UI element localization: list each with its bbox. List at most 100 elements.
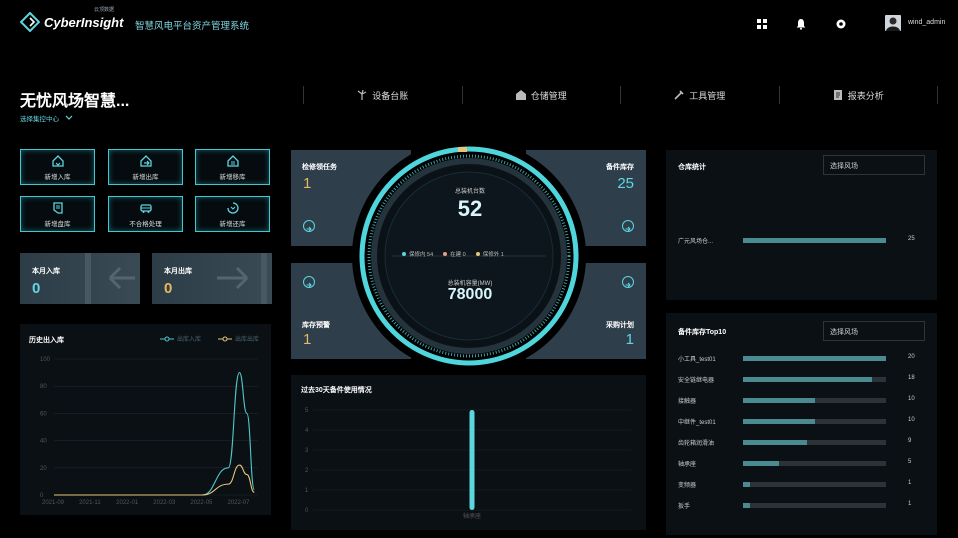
bar-row[interactable]: 小工具_test01 20 — [678, 354, 928, 363]
arrow-right-circle-icon[interactable] — [303, 220, 315, 232]
stock-warning-value: 1 — [303, 331, 312, 348]
bell-icon[interactable] — [795, 18, 807, 30]
status-under-construction: 在建 0 — [443, 250, 466, 258]
bar-row-name: 小工具_test01 — [678, 357, 716, 363]
bar-fill — [743, 377, 872, 382]
status-dot-icon — [475, 252, 480, 256]
bar-row-name: 接触器 — [678, 399, 697, 405]
top10-farm-select[interactable]: 选择风场 — [823, 321, 925, 341]
bar-row-name: 轴承座 — [678, 462, 697, 468]
warehouse-farm-select[interactable]: 选择风场 — [823, 155, 925, 175]
logo[interactable]: CyberInsight — [20, 12, 123, 32]
button-label: 新增还库 — [219, 220, 246, 228]
top-bar: CyberInsight 云顶数据 智慧风电平台资产管理系统 wind_admi… — [0, 0, 958, 48]
center-select-label: 选择集控中心 — [20, 116, 59, 123]
add-transfer-button[interactable]: 新增移库 — [195, 149, 270, 185]
button-label: 不合格处理 — [129, 220, 162, 228]
bar-row-name: 中继件_test01 — [678, 420, 716, 426]
spare-stock-value: 25 — [617, 175, 634, 192]
nav-label: 设备台账 — [372, 90, 409, 101]
history-chart-panel: 历史出入库 出库入库 出库出库 0 20 40 60 80 100 2021-09 2021-… — [20, 324, 271, 515]
status-in-warranty: 保修内 54 — [402, 250, 433, 258]
nav-label: 工具管理 — [689, 90, 726, 101]
bar-fill — [743, 440, 808, 445]
nav-label: 报表分析 — [847, 90, 884, 101]
bar-track — [743, 461, 886, 466]
bar-row[interactable]: 接触器 10 — [678, 396, 928, 405]
arrow-right-circle-icon[interactable] — [622, 276, 634, 288]
nav-reports[interactable]: 报表分析 — [778, 86, 938, 104]
stock-warning-label: 库存预警 — [302, 322, 330, 329]
bar-track — [743, 482, 886, 487]
add-inbound-button[interactable]: 新增入库 — [20, 149, 95, 185]
arrow-right-watermark-icon — [217, 253, 267, 304]
bar-row[interactable]: 扳手 1 — [678, 501, 928, 510]
button-label: 新增盘库 — [44, 220, 71, 228]
bar-row[interactable]: 变频器 1 — [678, 480, 928, 489]
spare-stock-label: 备件库存 — [606, 164, 634, 171]
x-tick-label: 2022-05 — [190, 500, 213, 506]
add-stocktake-button[interactable]: 新增盘库 — [20, 196, 95, 232]
monthly-outbound-label: 本月出库 — [164, 268, 192, 275]
nonconforming-button[interactable]: 不合格处理 — [108, 196, 183, 232]
bar-row[interactable]: 轴承座 5 — [678, 459, 928, 468]
nav-label: 仓储管理 — [530, 90, 567, 101]
bar-fill — [743, 398, 815, 403]
bar-row-name: 安全链继电器 — [678, 378, 715, 384]
bar-track — [743, 398, 886, 403]
status-dot-icon — [402, 252, 406, 256]
monthly-outbound-value: 0 — [164, 280, 173, 297]
y-tick-label: 40 — [40, 439, 47, 445]
bar-row-name: 扳手 — [678, 504, 691, 510]
bar-row-value: 18 — [908, 375, 915, 381]
arrow-right-circle-icon[interactable] — [622, 220, 634, 232]
bar-row-value: 9 — [908, 438, 912, 444]
y-tick-label: 4 — [305, 428, 309, 434]
bar-track — [743, 356, 886, 361]
avatar[interactable] — [885, 15, 901, 31]
wind-turbine-icon — [357, 90, 367, 100]
series-line-1 — [53, 464, 255, 496]
status-legend: 保修内 54 在建 0 保修外 1 — [402, 250, 504, 258]
y-tick-label: 60 — [40, 411, 47, 417]
bar-fill — [743, 356, 886, 361]
bar-row-value: 10 — [908, 396, 915, 402]
y-tick-label: 20 — [40, 466, 47, 472]
system-title: 智慧风电平台资产管理系统 — [135, 21, 250, 32]
return-icon — [226, 201, 239, 214]
report-icon — [833, 90, 842, 100]
status-in-warranty-label: 保修内 54 — [409, 252, 434, 258]
add-return-button[interactable]: 新增还库 — [195, 196, 270, 232]
x-tick-label: 2022-07 — [227, 500, 250, 506]
bar-fill — [743, 419, 815, 424]
monthly-inbound-value: 0 — [32, 280, 41, 297]
status-out-warranty-label: 保修外 1 — [482, 252, 504, 258]
settings-icon[interactable] — [835, 18, 847, 30]
username[interactable]: wind_admin — [908, 19, 945, 26]
grid-icon[interactable] — [756, 18, 768, 30]
nav-tools[interactable]: 工具管理 — [620, 86, 779, 104]
series-line-0 — [53, 372, 255, 496]
bar-row[interactable]: 齿轮箱润滑油 9 — [678, 438, 928, 447]
add-outbound-button[interactable]: 新增出库 — [108, 149, 183, 185]
center-select-dropdown[interactable]: 选择集控中心 — [20, 113, 73, 123]
bar-row[interactable]: 广元风场仓... 25 — [678, 236, 928, 245]
bar-row[interactable]: 中继件_test01 10 — [678, 417, 928, 426]
status-dot-icon — [443, 252, 448, 256]
top10-title: 备件库存Top10 — [678, 329, 727, 336]
tools-icon — [674, 90, 684, 100]
bar-row-value: 20 — [908, 354, 915, 360]
bar-row[interactable]: 安全链继电器 18 — [678, 375, 928, 384]
bar-track — [743, 419, 886, 424]
arrow-right-circle-icon[interactable] — [303, 276, 315, 288]
warehouse-icon — [515, 90, 526, 100]
nav-warehouse[interactable]: 仓储管理 — [461, 86, 621, 104]
y-tick-label: 3 — [305, 448, 309, 454]
button-label: 新增入库 — [44, 173, 71, 181]
bar-fill — [743, 461, 779, 466]
nav-equipment-ledger[interactable]: 设备台账 — [303, 86, 462, 104]
bar-row-value: 1 — [908, 480, 912, 486]
clipboard-icon — [52, 201, 63, 214]
bar-track — [743, 377, 886, 382]
usage-chart-panel: 过去30天备件使用情况 0 1 2 3 4 5 轴承座 — [291, 375, 646, 530]
